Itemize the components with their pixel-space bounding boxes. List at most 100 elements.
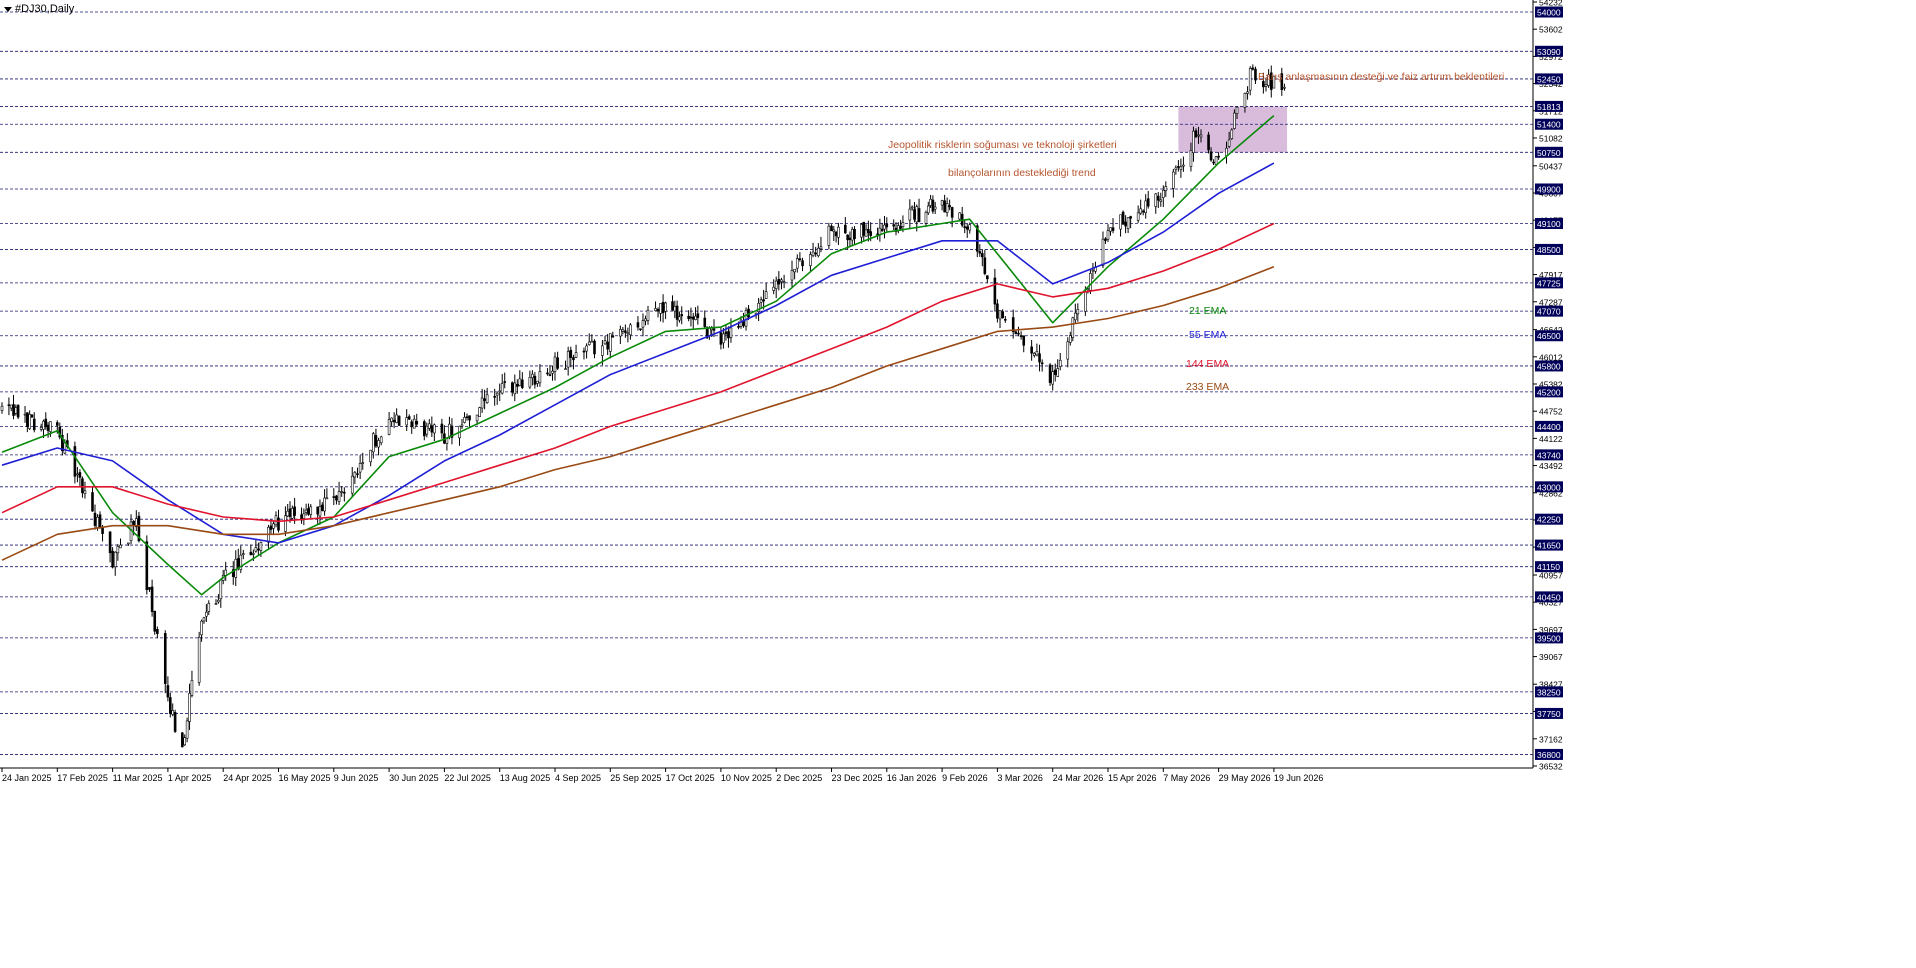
bull-candle <box>1071 317 1075 338</box>
bull-candle <box>371 433 375 453</box>
bear-candle <box>1040 362 1044 365</box>
bear-candle <box>696 313 700 318</box>
price-axis[interactable]: 5423253602529725234251712510825043749807… <box>1533 0 1563 772</box>
bull-candle <box>9 404 13 409</box>
bull-candle <box>1192 130 1195 154</box>
bear-candle <box>166 685 170 698</box>
level-price-label: 41150 <box>1537 562 1560 572</box>
bull-candle <box>358 463 362 473</box>
bear-candle <box>249 551 253 556</box>
price-tick-label: 39067 <box>1539 652 1563 662</box>
bear-candle <box>548 374 552 376</box>
bull-candle <box>646 309 650 321</box>
bear-candle <box>680 314 684 317</box>
time-axis[interactable]: 24 Jan 2025 17 Feb 2025 11 Mar 2025 1 Apr 2… <box>1 768 1323 783</box>
bear-candle <box>687 315 690 319</box>
bull-candle <box>1068 335 1072 343</box>
bear-candle <box>392 419 396 423</box>
time-tick-label: 16 May 2025 <box>279 773 331 783</box>
bear-candle <box>593 340 596 355</box>
bear-candle <box>814 252 818 255</box>
bear-candle <box>671 301 674 311</box>
bull-candle <box>929 198 932 206</box>
bull-candle <box>113 551 117 568</box>
level-price-label: 46500 <box>1537 331 1561 341</box>
bear-candle <box>981 253 984 258</box>
bull-candle <box>387 419 391 435</box>
bull-candle <box>1214 156 1218 165</box>
bull-candle <box>1101 238 1105 267</box>
bull-candle <box>1233 112 1236 129</box>
bull-candle <box>433 424 436 434</box>
bull-candle <box>183 737 187 746</box>
bear-candle <box>943 200 946 213</box>
bear-candle <box>145 541 149 591</box>
bull-candle <box>369 449 372 463</box>
bull-candle <box>302 513 306 519</box>
bull-candle <box>819 246 823 250</box>
bear-candle <box>12 404 15 416</box>
bull-candle <box>463 417 466 423</box>
bear-candle <box>407 416 411 420</box>
bear-candle <box>1003 318 1007 321</box>
144-ema-label: 144 EMA <box>1186 358 1229 370</box>
time-tick-label: 9 Feb 2026 <box>942 773 988 783</box>
bear-candle <box>1030 346 1033 354</box>
level-price-label: 54000 <box>1537 8 1561 18</box>
bull-candle <box>968 224 972 231</box>
bear-candle <box>913 209 916 220</box>
bear-candle <box>1141 210 1145 213</box>
bull-candle <box>286 510 290 517</box>
level-price-label: 49900 <box>1537 184 1561 194</box>
bull-candle <box>608 333 612 352</box>
bear-candle <box>691 316 695 320</box>
55-ema-line[interactable] <box>1 162 1275 544</box>
bull-candle <box>1174 167 1178 170</box>
bull-candle <box>340 491 344 493</box>
bear-candle <box>181 732 184 748</box>
time-tick-label: 25 Sep 2025 <box>610 773 661 783</box>
bull-candle <box>585 345 588 352</box>
21-ema-line[interactable] <box>1 114 1275 596</box>
bull-candle <box>1189 150 1193 167</box>
bull-candle <box>428 423 431 429</box>
bear-candle <box>91 492 94 512</box>
bull-candle <box>1246 91 1249 94</box>
bull-candle <box>460 424 464 427</box>
bull-candle <box>272 523 275 529</box>
bull-candle <box>202 617 206 622</box>
time-tick-label: 17 Feb 2025 <box>57 773 108 783</box>
bull-candle <box>377 440 380 448</box>
bull-candle <box>659 303 662 314</box>
bear-candle <box>1212 161 1215 164</box>
bear-candle <box>1156 195 1160 201</box>
bear-candle <box>46 424 50 431</box>
level-price-label: 50750 <box>1537 148 1561 158</box>
bear-candle <box>465 416 469 419</box>
price-tick-label: 54232 <box>1539 0 1563 8</box>
bull-candle <box>185 720 189 739</box>
level-price-label: 44400 <box>1537 422 1561 432</box>
price-chart[interactable]: 21 EMA 55 EMA 144 EMA 233 EMA Barış anlaşmas… <box>0 0 1916 963</box>
bull-candle <box>601 345 604 356</box>
bull-candle <box>528 376 532 388</box>
bull-candle <box>518 378 522 386</box>
bull-candle <box>205 611 208 617</box>
bear-candle <box>356 473 359 475</box>
144-ema-line[interactable] <box>1 222 1275 523</box>
chevron-down-icon[interactable] <box>4 6 12 12</box>
bull-candle <box>498 390 502 393</box>
price-tick-label: 43492 <box>1539 461 1563 471</box>
bear-candle <box>343 491 346 494</box>
bear-candle <box>1001 311 1004 319</box>
bear-candle <box>867 228 870 233</box>
bull-candle <box>353 472 357 478</box>
bear-candle <box>1048 364 1052 383</box>
bull-candle <box>531 373 534 379</box>
bear-candle <box>853 228 856 239</box>
bear-candle <box>108 531 112 554</box>
bull-candle <box>379 436 383 444</box>
chart-window[interactable]: 21 EMA 55 EMA 144 EMA 233 EMA Barış anlaşmas… <box>0 0 1916 963</box>
bull-candle <box>200 620 203 636</box>
bull-candle <box>0 405 4 411</box>
